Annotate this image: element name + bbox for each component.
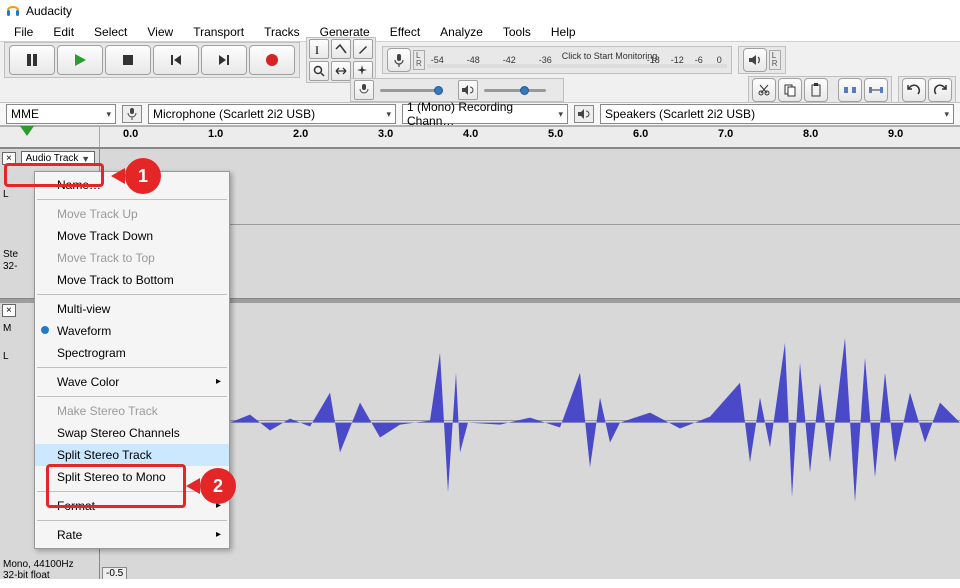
mixer-toolbar bbox=[350, 78, 564, 102]
menu-select[interactable]: Select bbox=[84, 22, 137, 41]
app-icon bbox=[6, 4, 20, 18]
tools-toolbar: I bbox=[306, 37, 376, 83]
menu-transport[interactable]: Transport bbox=[183, 22, 254, 41]
cm-wave-color[interactable]: Wave Color▸ bbox=[35, 371, 229, 393]
record-volume-slider[interactable] bbox=[376, 80, 456, 100]
record-meter-toolbar: LR -54 -48 -42 -36 Click to Start Monito… bbox=[382, 46, 732, 74]
play-button[interactable] bbox=[57, 45, 103, 75]
lr-label: LR bbox=[413, 50, 425, 70]
submenu-arrow-icon-3: ▸ bbox=[216, 529, 221, 540]
app-title: Audacity bbox=[26, 4, 72, 18]
transport-toolbar bbox=[4, 42, 300, 78]
chevron-down-icon: ▼ bbox=[81, 154, 90, 164]
playback-device-combo[interactable]: Speakers (Scarlett 2i2 USB) ▾ bbox=[600, 104, 954, 124]
menu-help[interactable]: Help bbox=[541, 22, 586, 41]
recording-device-combo[interactable]: Microphone (Scarlett 2i2 USB) ▾ bbox=[148, 104, 396, 124]
selection-tool-button[interactable]: I bbox=[309, 39, 329, 59]
titlebar: Audacity bbox=[0, 0, 960, 22]
lr-label-playback: LR bbox=[769, 50, 781, 70]
menu-file[interactable]: File bbox=[4, 22, 43, 41]
mic-icon bbox=[122, 105, 142, 123]
record-volume-mic-icon bbox=[354, 80, 374, 100]
cm-move-track-up[interactable]: Move Track Up bbox=[35, 203, 229, 225]
draw-tool-button[interactable] bbox=[353, 39, 373, 59]
track-close-button-2[interactable]: × bbox=[2, 304, 16, 317]
menu-view[interactable]: View bbox=[137, 22, 183, 41]
stop-button[interactable] bbox=[105, 45, 151, 75]
cm-rate[interactable]: Rate▸ bbox=[35, 524, 229, 546]
playhead-icon[interactable] bbox=[20, 126, 34, 136]
playback-meter-toolbar: LR bbox=[738, 46, 786, 74]
playback-meter-speaker-icon[interactable] bbox=[743, 48, 767, 72]
pause-button[interactable] bbox=[9, 45, 55, 75]
track-close-button[interactable]: × bbox=[2, 152, 16, 165]
track-info-1: Mono, 44100Hz bbox=[3, 559, 74, 570]
cut-button[interactable] bbox=[752, 78, 776, 102]
toolbar-area: I LR -54 -48 -42 -36 Click to Start Moni… bbox=[0, 42, 960, 127]
audio-host-combo[interactable]: MME ▾ bbox=[6, 104, 116, 124]
silence-button[interactable] bbox=[864, 78, 888, 102]
bullet-icon bbox=[41, 326, 49, 334]
cm-format[interactable]: Format▸ bbox=[35, 495, 229, 517]
submenu-arrow-icon: ▸ bbox=[216, 376, 221, 387]
menu-effect[interactable]: Effect bbox=[380, 22, 430, 41]
cm-move-track-to-bottom[interactable]: Move Track to Bottom bbox=[35, 269, 229, 291]
cm-move-track-to-top[interactable]: Move Track to Top bbox=[35, 247, 229, 269]
record-meter[interactable]: -54 -48 -42 -36 Click to Start Monitorin… bbox=[427, 50, 727, 70]
skip-start-button[interactable] bbox=[153, 45, 199, 75]
speaker-icon bbox=[574, 105, 594, 123]
track-menu-button[interactable]: Audio Track ▼ bbox=[21, 151, 96, 166]
undo-button[interactable] bbox=[902, 78, 926, 102]
record-button[interactable] bbox=[249, 45, 295, 75]
track-stereo-label: Ste bbox=[3, 249, 18, 260]
device-toolbar: MME ▾ Microphone (Scarlett 2i2 USB) ▾ 1 … bbox=[0, 102, 960, 126]
track-info-2: 32-bit float bbox=[3, 570, 50, 579]
cm-multi-view[interactable]: Multi-view bbox=[35, 298, 229, 320]
track-area: × Audio Track ▼ L Ste 32- × M L Mono, 44… bbox=[0, 149, 960, 579]
envelope-tool-button[interactable] bbox=[331, 39, 351, 59]
playback-volume-slider[interactable] bbox=[480, 80, 560, 100]
cm-swap-stereo-channels[interactable]: Swap Stereo Channels bbox=[35, 422, 229, 444]
cm-waveform[interactable]: Waveform bbox=[35, 320, 229, 342]
channel-label-l: L bbox=[3, 189, 9, 200]
menu-tracks[interactable]: Tracks bbox=[254, 22, 310, 41]
edit-toolbar bbox=[748, 76, 892, 104]
menu-edit[interactable]: Edit bbox=[43, 22, 84, 41]
channel-label-m: M bbox=[3, 323, 11, 334]
cm-make-stereo-track[interactable]: Make Stereo Track bbox=[35, 400, 229, 422]
cm-split-stereo-track[interactable]: Split Stereo Track bbox=[35, 444, 229, 466]
callout-number-2: 2 bbox=[200, 468, 236, 504]
timeline-ruler[interactable]: -1.0 0.0 1.0 2.0 3.0 4.0 5.0 6.0 7.0 8.0… bbox=[0, 127, 960, 149]
copy-button[interactable] bbox=[778, 78, 802, 102]
cm-spectrogram[interactable]: Spectrogram bbox=[35, 342, 229, 364]
paste-button[interactable] bbox=[804, 78, 828, 102]
trim-button[interactable] bbox=[838, 78, 862, 102]
vscale-mark: -0.5 bbox=[102, 567, 127, 579]
redo-button[interactable] bbox=[928, 78, 952, 102]
undo-toolbar bbox=[898, 76, 956, 104]
skip-end-button[interactable] bbox=[201, 45, 247, 75]
callout-number-1: 1 bbox=[125, 158, 161, 194]
cm-move-track-down[interactable]: Move Track Down bbox=[35, 225, 229, 247]
record-meter-mic-icon[interactable] bbox=[387, 48, 411, 72]
menu-tools[interactable]: Tools bbox=[493, 22, 541, 41]
menubar: File Edit Select View Transport Tracks G… bbox=[0, 22, 960, 42]
recording-channels-combo[interactable]: 1 (Mono) Recording Chann… ▾ bbox=[402, 104, 568, 124]
menu-analyze[interactable]: Analyze bbox=[430, 22, 493, 41]
svg-text:I: I bbox=[315, 43, 319, 55]
playback-volume-speaker-icon bbox=[458, 80, 478, 100]
channel-label-l2: L bbox=[3, 351, 9, 362]
track-bit-label: 32- bbox=[3, 261, 17, 272]
